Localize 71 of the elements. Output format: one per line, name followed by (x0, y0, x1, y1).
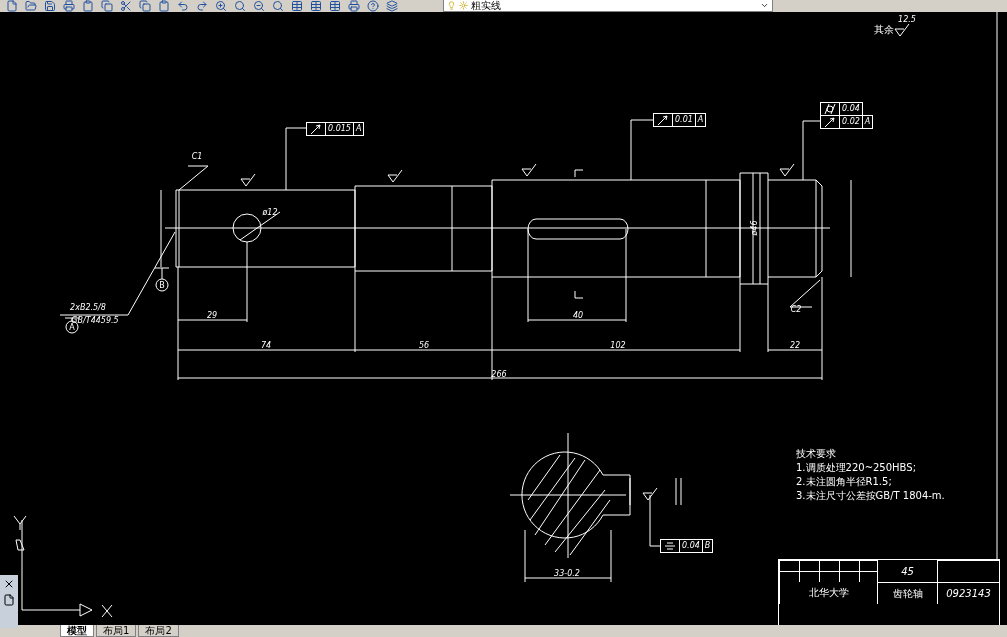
sun-icon (459, 1, 468, 10)
close-icon[interactable] (3, 578, 15, 590)
roughness-symbol-icon (642, 487, 658, 501)
tolerance-value: 0.01 (672, 114, 695, 126)
datum-reference: A (352, 123, 364, 135)
part-name: 齿轮轴 (892, 586, 923, 601)
datum-reference: A (861, 116, 873, 128)
roughness-symbol-icon (779, 163, 795, 177)
dimension-text: ø12 (262, 208, 278, 217)
layout-tab[interactable]: 布局2 (138, 625, 179, 637)
roughness-symbol-icon (521, 163, 537, 177)
toolbar-button[interactable] (156, 0, 172, 12)
dimension-text: ø46 (750, 220, 759, 236)
dimension-text: 33-0.2 (554, 569, 580, 578)
datum-reference: A (694, 114, 706, 126)
layout-tab[interactable]: 模型 (60, 625, 94, 637)
toolbar-button[interactable] (42, 0, 58, 12)
toolbar-button[interactable] (213, 0, 229, 12)
toolbar-button[interactable] (327, 0, 343, 12)
tolerance-value: 0.02 (839, 116, 862, 128)
note-text: 1.调质处理220~250HBS; (796, 462, 917, 474)
roughness-symbol-icon (240, 173, 256, 187)
toolbar-button[interactable] (289, 0, 305, 12)
lightbulb-icon (447, 1, 456, 10)
toolbar-button[interactable] (194, 0, 210, 12)
toolbar-button[interactable] (270, 0, 286, 12)
note-text: 2.未注圆角半径R1.5; (796, 476, 893, 488)
dimension-text: C1 (191, 152, 203, 161)
toolbar-button[interactable] (99, 0, 115, 12)
caret-icon (760, 1, 769, 10)
toolbar-button[interactable] (346, 0, 362, 12)
toolbar-button[interactable] (251, 0, 267, 12)
ucs-axis-icon (13, 515, 113, 618)
note-text: 其余 (874, 24, 894, 35)
dimension-text: 12.5 (898, 15, 916, 24)
toolbar-button[interactable] (365, 0, 381, 12)
roughness-symbol-icon (894, 23, 910, 37)
note-text: 技术要求 (796, 448, 837, 460)
toolbar-button[interactable] (137, 0, 153, 12)
dimension-text: 266 (491, 370, 507, 379)
toolbar-button[interactable] (23, 0, 39, 12)
layout-tab[interactable]: 布局1 (96, 625, 137, 637)
toolbar-button[interactable] (61, 0, 77, 12)
school-name: 北华大学 (808, 586, 849, 600)
layers-icon[interactable] (384, 0, 400, 12)
datum-label: A (69, 323, 75, 332)
dimension-text: C2 (790, 305, 802, 314)
toolbar-button[interactable] (175, 0, 191, 12)
toolbar-button[interactable] (232, 0, 248, 12)
dimension-text: GB/T4459.5 (71, 316, 119, 325)
toolbar-button[interactable] (4, 0, 20, 12)
note-text: 3.未注尺寸公差按GB/T 1804-m. (796, 490, 945, 502)
dimension-text: 40 (572, 311, 584, 320)
drawing-number: 0923143 (946, 588, 991, 599)
dimension-text: 56 (418, 341, 430, 350)
roughness-symbol-icon (387, 169, 403, 183)
tolerance-value: 0.04 (679, 540, 702, 552)
tolerance-value: 0.015 (325, 123, 353, 135)
datum-reference: B (701, 540, 713, 552)
leader-line (178, 165, 209, 191)
dimension-text: 22 (789, 341, 801, 350)
datum-symbol (154, 267, 170, 292)
datum-label: B (159, 281, 165, 290)
toolbar-button[interactable] (80, 0, 96, 12)
material-text: 45 (901, 565, 914, 577)
dimension-text: 29 (206, 311, 218, 320)
toolbar-button[interactable] (308, 0, 324, 12)
dimension-text: 74 (260, 341, 272, 350)
dimension-text: 102 (610, 341, 626, 350)
layer-dropdown[interactable]: 粗实线 (443, 0, 773, 12)
dimension-text: 2xB2.5/8 (70, 303, 106, 312)
